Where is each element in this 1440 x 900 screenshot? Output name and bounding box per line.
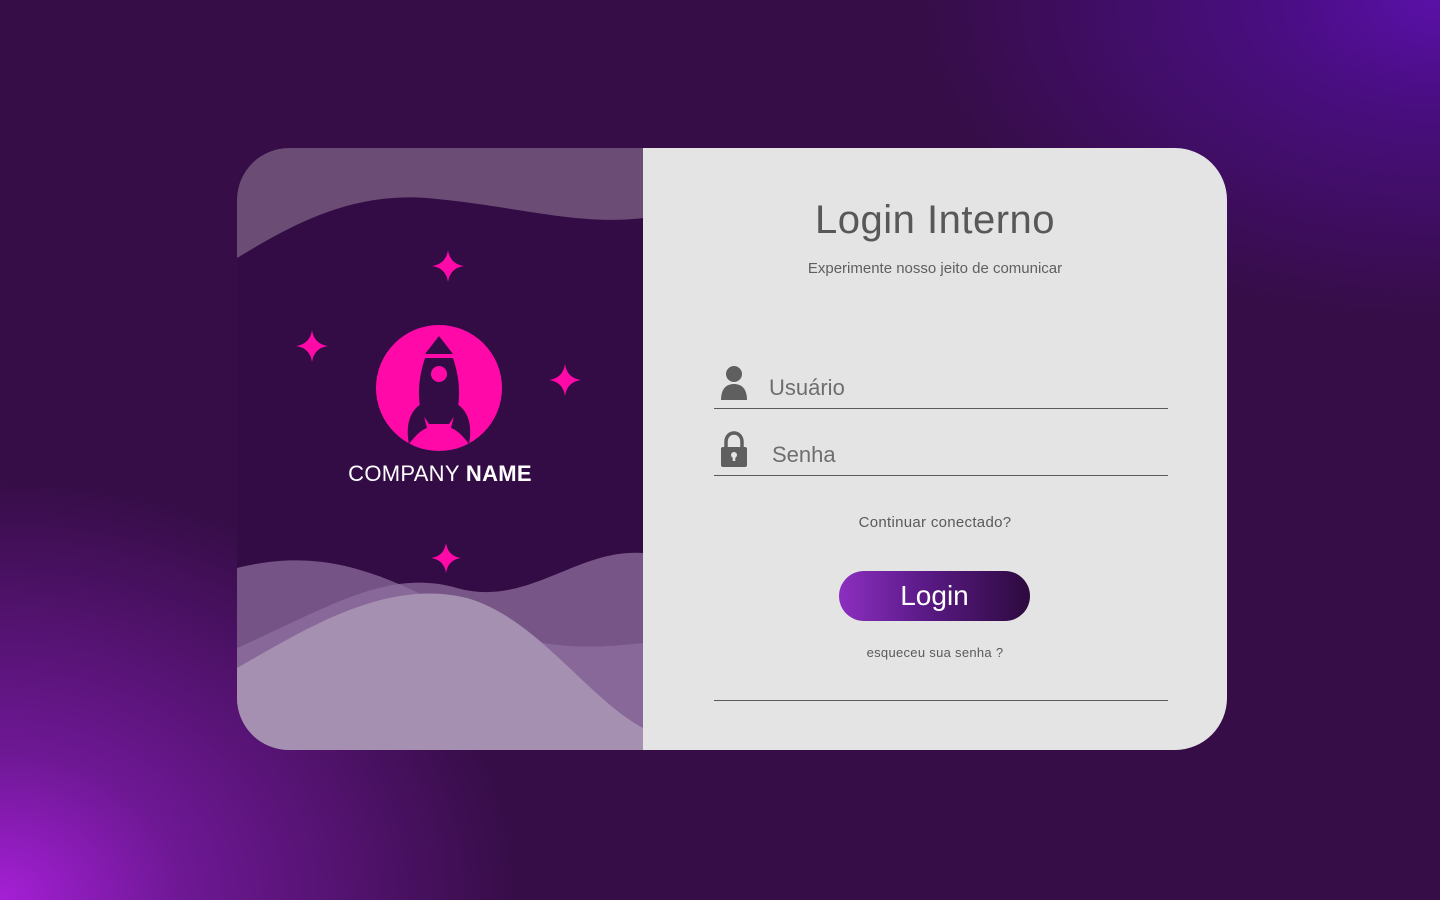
page-subtitle: Experimente nosso jeito de comunicar [807, 260, 1063, 277]
company-name-bold: NAME [465, 461, 532, 486]
company-name-light: COMPANY [348, 461, 460, 486]
lock-icon [721, 431, 747, 467]
password-input[interactable] [770, 439, 1154, 471]
user-icon [721, 366, 747, 400]
password-field [714, 429, 1168, 476]
page-title: Login Interno [814, 198, 1055, 242]
login-button[interactable]: Login [839, 571, 1030, 621]
divider [714, 700, 1168, 701]
login-card: COMPANY NAME Login Interno Experimente n… [237, 148, 1227, 750]
username-field [714, 362, 1168, 409]
forgot-password-link[interactable]: esqueceu sua senha ? [643, 645, 1227, 660]
username-input[interactable] [767, 372, 1151, 404]
sparkle-icon [296, 330, 328, 362]
rocket-icon [376, 325, 502, 451]
login-form-panel: Login Interno Experimente nosso jeito de… [643, 148, 1227, 750]
remember-me-link[interactable]: Continuar conectado? [643, 514, 1227, 531]
company-name: COMPANY NAME [237, 461, 643, 487]
sparkle-icon [431, 543, 461, 573]
sparkle-icon [549, 364, 581, 396]
brand-panel: COMPANY NAME [237, 148, 643, 750]
sparkle-icon [432, 250, 464, 282]
